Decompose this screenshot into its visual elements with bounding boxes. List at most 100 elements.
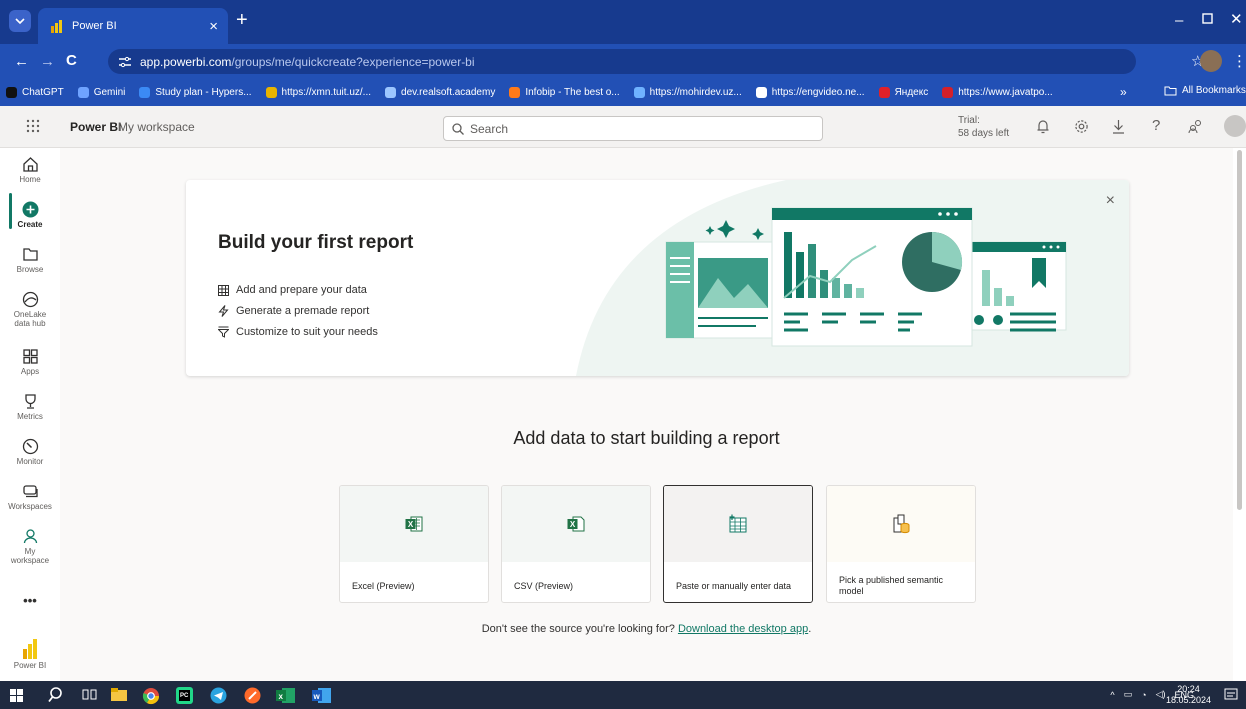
metrics-icon (24, 394, 36, 409)
my-workspace-icon (23, 529, 37, 544)
app-icon-orange[interactable] (244, 687, 261, 704)
bookmark-favicon-icon (633, 86, 645, 98)
nav-item-metrics[interactable]: Metrics (0, 393, 60, 421)
nav-item-powerbi[interactable]: Power BI (0, 639, 60, 670)
browser-tab-strip: Power BI × + – ✕ (0, 0, 1246, 44)
browser-tab[interactable]: Power BI × (38, 8, 228, 44)
browser-menu-icon[interactable]: ⋮ (1232, 52, 1246, 70)
help-icon[interactable]: ? (1152, 117, 1160, 134)
site-info-icon[interactable] (118, 56, 132, 68)
bookmark-item[interactable]: Яндекс (878, 86, 928, 98)
back-icon[interactable]: ← (14, 53, 29, 70)
card-excel[interactable]: X Excel (Preview) (339, 485, 489, 603)
close-window-icon[interactable]: ✕ (1230, 10, 1243, 28)
svg-text:PC: PC (180, 693, 189, 699)
excel-taskbar-icon[interactable]: x (276, 687, 296, 704)
profile-avatar[interactable] (1200, 50, 1222, 72)
bookmark-favicon-icon (942, 86, 954, 98)
pycharm-icon[interactable]: PC (176, 687, 193, 704)
feature-item: Customize to suit your needs (218, 326, 378, 338)
powerbi-header: Power BI My workspace Search Trial: 58 d… (0, 106, 1246, 148)
svg-text:x: x (279, 692, 284, 701)
tab-close-icon[interactable]: × (209, 18, 218, 35)
maximize-icon[interactable] (1202, 13, 1213, 24)
download-desktop-link[interactable]: Download the desktop app (678, 623, 808, 635)
volume-icon[interactable]: ◁) (1156, 689, 1166, 700)
minimize-icon[interactable]: – (1175, 12, 1183, 29)
nav-item-home[interactable]: Home (0, 156, 60, 184)
bookmark-item[interactable]: Study plan - Hypers... (139, 86, 252, 98)
nav-item-onelake[interactable]: OneLake data hub (0, 291, 60, 328)
bookmark-item[interactable]: https://engvideo.ne... (755, 86, 865, 98)
bookmark-item[interactable]: https://mohirdev.uz... (633, 86, 742, 98)
download-icon[interactable] (1112, 119, 1125, 134)
scrollbar-thumb[interactable] (1237, 150, 1242, 510)
nav-item-more[interactable]: ••• (0, 594, 60, 607)
breadcrumb-workspace[interactable]: My workspace (118, 120, 195, 134)
brand-name[interactable]: Power BI (70, 120, 121, 134)
nav-item-apps[interactable]: Apps (0, 348, 60, 376)
chevron-down-icon (15, 17, 25, 24)
address-bar-row: ← → C app.powerbi.com/groups/me/quickcre… (0, 44, 1246, 78)
bookmark-favicon-icon (385, 86, 397, 98)
bookmark-favicon-icon (755, 86, 767, 98)
trial-status: Trial: 58 days left (958, 115, 1010, 139)
build-report-banner: Build your first report Add and prepare … (186, 180, 1129, 376)
card-semantic-model[interactable]: Pick a published semantic model (826, 485, 976, 603)
bookmark-item[interactable]: https://xmn.tuit.uz/... (265, 86, 371, 98)
bookmark-favicon-icon (77, 86, 89, 98)
semantic-model-icon (893, 514, 910, 534)
nav-item-workspaces[interactable]: Workspaces (0, 483, 60, 511)
share-people-icon[interactable] (1188, 119, 1203, 134)
word-taskbar-icon[interactable]: w (312, 687, 332, 704)
card-csv[interactable]: X CSV (Preview) (501, 485, 651, 603)
excel-icon: X (405, 516, 423, 532)
wifi-icon[interactable]: ◔ (1141, 690, 1146, 700)
nav-rail: Home Create Browse OneLake data hub Apps… (0, 148, 60, 681)
network-icon[interactable]: ▭ (1124, 689, 1133, 700)
reload-icon[interactable]: C (66, 52, 77, 69)
forward-icon[interactable]: → (40, 53, 55, 70)
tab-search-button[interactable] (9, 10, 31, 32)
add-data-title: Add data to start building a report (513, 428, 780, 448)
app-launcher-icon[interactable] (26, 119, 40, 133)
new-tab-button[interactable]: + (236, 10, 248, 30)
url-bar[interactable]: app.powerbi.com/groups/me/quickcreate?ex… (108, 49, 1136, 74)
bookmark-item[interactable]: Infobip - The best o... (509, 86, 620, 98)
card-paste-data[interactable]: Paste or manually enter data (663, 485, 813, 603)
file-explorer-icon[interactable] (110, 687, 128, 702)
funnel-icon (218, 326, 229, 338)
search-input[interactable]: Search (443, 116, 823, 141)
windows-start-icon[interactable] (10, 689, 23, 702)
browse-icon (22, 248, 38, 261)
bookmark-item[interactable]: dev.realsoft.academy (385, 86, 495, 98)
telegram-icon[interactable] (210, 687, 227, 704)
gear-icon[interactable] (1074, 119, 1089, 134)
nav-item-monitor[interactable]: Monitor (0, 438, 60, 466)
notifications-icon[interactable] (1224, 688, 1238, 702)
bookmark-item[interactable]: ChatGPT (6, 86, 64, 98)
chrome-taskbar-icon[interactable] (142, 687, 160, 705)
os-taskbar: PC x w ^ ▭ ◔ ◁) ENG 20:24 18.05.2024 (0, 681, 1246, 709)
tray-chevron-icon[interactable]: ^ (1110, 690, 1114, 700)
svg-text:w: w (313, 692, 321, 701)
create-icon (22, 201, 38, 218)
monitor-icon (22, 438, 38, 455)
bookmark-item[interactable]: https://www.javatpo... (942, 86, 1053, 98)
all-bookmarks-button[interactable]: All Bookmarks (1164, 85, 1246, 96)
more-bookmarks-button[interactable]: » (1120, 85, 1127, 99)
nav-item-create[interactable]: Create (0, 201, 60, 229)
task-view-icon[interactable] (82, 687, 98, 702)
user-avatar[interactable] (1224, 115, 1246, 137)
scrollbar[interactable] (1233, 148, 1246, 681)
bell-icon[interactable] (1036, 119, 1050, 134)
nav-item-browse[interactable]: Browse (0, 246, 60, 274)
home-icon (22, 157, 38, 172)
close-banner-icon[interactable]: × (1106, 192, 1115, 210)
bookmark-item[interactable]: Gemini (77, 86, 125, 98)
clock[interactable]: 20:24 18.05.2024 (1166, 684, 1211, 706)
feature-item: Add and prepare your data (218, 284, 367, 296)
taskbar-search-icon[interactable] (48, 687, 63, 703)
folder-icon (1164, 86, 1177, 95)
nav-item-my-workspace[interactable]: My workspace (0, 528, 60, 565)
